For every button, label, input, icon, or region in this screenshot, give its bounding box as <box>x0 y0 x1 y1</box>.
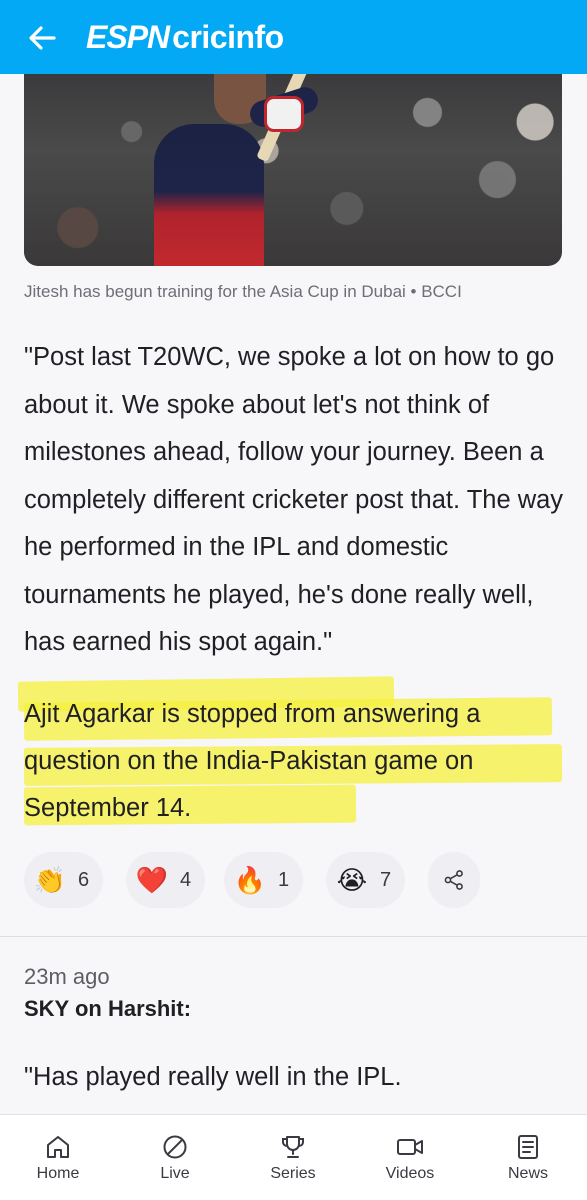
espncricinfo-logo[interactable]: ESPNcricinfo <box>86 17 284 57</box>
nav-label: Videos <box>385 1165 435 1182</box>
fire-icon: 🔥 <box>233 865 267 895</box>
post-body: "Has played really well in the IPL. <box>24 1063 402 1091</box>
red-heart-icon: ❤️ <box>135 865 169 895</box>
post-timestamp: 23m ago <box>24 964 110 989</box>
share-icon <box>444 870 463 890</box>
post-title: SKY on Harshit: <box>24 996 192 1021</box>
divider <box>0 936 587 937</box>
nav-item-home[interactable]: Home <box>8 1133 108 1183</box>
reaction-count: 1 <box>278 868 290 891</box>
reaction-count: 7 <box>380 868 392 891</box>
quote-paragraph: "Post last T20WC, we spoke a lot on how … <box>24 343 564 656</box>
reaction-fire-button[interactable]: 🔥 1 <box>224 852 304 908</box>
nav-label: Live <box>160 1165 190 1182</box>
nav-item-news[interactable]: News <box>478 1133 578 1183</box>
nav-item-videos[interactable]: Videos <box>360 1133 460 1183</box>
reaction-crying-button[interactable]: 😭 7 <box>326 852 406 908</box>
live-ball-icon <box>163 1135 187 1159</box>
top-app-bar: ESPNcricinfo <box>0 0 587 74</box>
logo-prefix: ESPN <box>86 19 170 55</box>
video-camera-icon <box>397 1139 423 1155</box>
bottom-navigation: Home Live Series Videos News <box>0 1114 587 1200</box>
share-button[interactable] <box>428 852 480 908</box>
clapping-hands-icon: 👏 <box>33 865 67 895</box>
reaction-count: 6 <box>78 868 90 891</box>
nav-label: Home <box>36 1165 80 1182</box>
home-icon <box>47 1136 69 1158</box>
image-caption: Jitesh has begun training for the Asia C… <box>24 282 462 301</box>
trophy-icon <box>282 1136 304 1158</box>
reactions-bar: 👏 6 ❤️ 4 🔥 1 😭 7 <box>24 852 569 908</box>
nav-label: Series <box>270 1165 316 1182</box>
highlighted-note: Ajit Agarkar is stopped from answering a… <box>24 700 481 822</box>
article-content: Jitesh has begun training for the Asia C… <box>0 74 587 1114</box>
reaction-heart-button[interactable]: ❤️ 4 <box>126 852 206 908</box>
nav-label: News <box>507 1165 548 1182</box>
article-photo <box>24 74 562 266</box>
news-icon <box>518 1135 538 1159</box>
reaction-count: 4 <box>180 868 192 891</box>
nav-item-live[interactable]: Live <box>125 1133 225 1183</box>
reaction-clap-button[interactable]: 👏 6 <box>24 852 104 908</box>
logo-suffix: cricinfo <box>172 19 284 55</box>
crying-face-icon: 😭 <box>336 865 368 895</box>
back-arrow-icon[interactable] <box>24 20 60 56</box>
nav-item-series[interactable]: Series <box>243 1133 343 1183</box>
